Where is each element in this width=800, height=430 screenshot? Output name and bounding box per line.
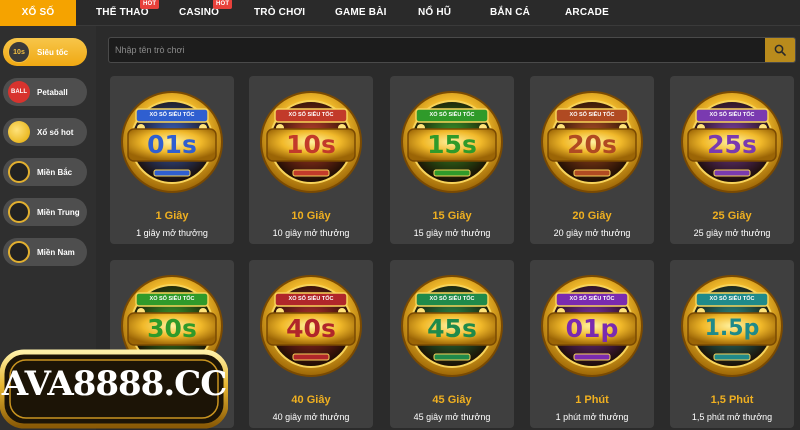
nav-tab-label: TRÒ CHƠI	[254, 7, 306, 18]
game-title: 1,5 Phút	[710, 394, 754, 406]
sidebar-item-label: Miền Trung	[37, 207, 80, 217]
top-nav: XỔ SỐ THỂ THAO HOT CASINO HOT TRÒ CHƠI GAM…	[0, 0, 800, 26]
hot-badge: HOT	[140, 0, 160, 9]
nav-tab-label: ARCADE	[565, 7, 609, 18]
badge-label: XỔ SỐ SIÊU TỐC	[709, 296, 755, 302]
sidebar-item-label: Miền Nam	[37, 247, 75, 257]
game-card-01s[interactable]: XỔ SỐ SIÊU TỐC 01s 1 Giây 1 giây mở thưởng	[110, 76, 234, 244]
game-card-25s[interactable]: XỔ SỐ SIÊU TỐC 25s 25 Giây 25 giây mở thưởn…	[670, 76, 794, 244]
sidebar-item-petaball[interactable]: BALL Petaball	[3, 78, 87, 106]
sidebar-item-mien-bac[interactable]: Miền Bắc	[3, 158, 87, 186]
game-code: 25s	[707, 130, 757, 159]
south-region-icon	[8, 241, 30, 263]
nav-tab-label: GAME BÀI	[335, 7, 387, 18]
game-subtitle: 10 giây mở thưởng	[272, 228, 350, 238]
sidebar-item-label: Siêu tốc	[37, 47, 69, 57]
nav-tab-arcade[interactable]: ARCADE	[565, 0, 609, 26]
game-code: 20s	[567, 130, 617, 159]
game-code: 10s	[286, 130, 336, 159]
game-card-45s[interactable]: XỔ SỐ SIÊU TỐC 45s 45 Giây 45 giây mở thưởn…	[390, 260, 514, 428]
search-icon	[774, 44, 786, 56]
nav-tab-xo-so[interactable]: XỔ SỐ	[0, 0, 76, 26]
game-subtitle: 20 giây mở thưởng	[553, 228, 631, 238]
hot-badge: HOT	[213, 0, 233, 9]
game-card-40s[interactable]: XỔ SỐ SIÊU TỐC 40s 40 Giây 40 giây mở thưởn…	[249, 260, 373, 428]
game-code: 01p	[565, 314, 619, 343]
game-title: 1 Phút	[575, 394, 609, 406]
game-code: 01s	[147, 130, 197, 159]
speed-lottery-icon: 10s	[8, 41, 30, 63]
badge-label: XỔ SỐ SIÊU TỐC	[288, 112, 334, 118]
game-code: 15s	[427, 130, 477, 159]
game-card-10s[interactable]: XỔ SỐ SIÊU TỐC 10s 10 Giây 10 giây mở thưởn…	[249, 76, 373, 244]
sidebar-item-label: Xổ số hot	[37, 127, 74, 137]
game-code: 1.5p	[704, 316, 760, 341]
nav-tab-tro-choi[interactable]: TRÒ CHƠI	[254, 0, 305, 26]
site-logo: AVA8888.CC	[0, 348, 228, 430]
nav-tab-ban-ca[interactable]: BẮN CÁ	[490, 0, 530, 26]
search-bar	[108, 37, 796, 63]
central-region-icon	[8, 201, 30, 223]
nav-tab-no-hu[interactable]: NỔ HŨ	[418, 0, 451, 26]
nav-tab-the-thao[interactable]: THỂ THAO HOT	[96, 0, 160, 26]
game-code: 40s	[286, 314, 336, 343]
game-subtitle: 45 giây mở thưởng	[413, 412, 491, 422]
nav-tab-game-bai[interactable]: GAME BÀI	[335, 0, 387, 26]
nav-tab-label: NỔ HŨ	[418, 7, 452, 18]
game-title: 1 Giây	[155, 210, 189, 222]
game-code: 45s	[427, 314, 477, 343]
badge-label: XỔ SỐ SIÊU TỐC	[429, 296, 475, 302]
sidebar-item-xo-so-hot[interactable]: Xổ số hot	[3, 118, 87, 146]
search-button[interactable]	[765, 38, 795, 62]
game-card-01p[interactable]: XỔ SỐ SIÊU TỐC 01p 1 Phút 1 phút mở thưởng	[530, 260, 654, 428]
badge-label: XỔ SỐ SIÊU TỐC	[569, 112, 615, 118]
game-subtitle: 1 giây mở thưởng	[136, 228, 208, 238]
nav-tab-casino[interactable]: CASINO HOT	[179, 0, 233, 26]
game-title: 40 Giây	[291, 394, 331, 406]
game-subtitle: 15 giây mở thưởng	[413, 228, 491, 238]
game-subtitle: 40 giây mở thưởng	[272, 412, 350, 422]
sidebar-item-mien-nam[interactable]: Miền Nam	[3, 238, 87, 266]
badge-label: XỔ SỐ SIÊU TỐC	[149, 112, 195, 118]
game-title: 15 Giây	[432, 210, 472, 222]
game-card-20s[interactable]: XỔ SỐ SIÊU TỐC 20s 20 Giây 20 giây mở thưởn…	[530, 76, 654, 244]
petaball-icon: BALL	[8, 81, 30, 103]
badge-label: XỔ SỐ SIÊU TỐC	[569, 296, 615, 302]
north-region-icon	[8, 161, 30, 183]
nav-tab-label: XỔ SỐ	[21, 7, 55, 18]
game-title: 10 Giây	[291, 210, 331, 222]
game-card-1-5p[interactable]: XỔ SỐ SIÊU TỐC 1.5p 1,5 Phút 1,5 phút mở th…	[670, 260, 794, 428]
sidebar-item-mien-trung[interactable]: Miền Trung	[3, 198, 87, 226]
game-card-15s[interactable]: XỔ SỐ SIÊU TỐC 15s 15 Giây 15 giây mở thưởn…	[390, 76, 514, 244]
badge-label: XỔ SỐ SIÊU TỐC	[709, 112, 755, 118]
badge-label: XỔ SỐ SIÊU TỐC	[429, 112, 475, 118]
game-subtitle: 25 giây mở thưởng	[693, 228, 771, 238]
game-subtitle: 1,5 phút mở thưởng	[691, 412, 773, 422]
logo-text: AVA8888.CC	[1, 364, 228, 404]
badge-label: XỔ SỐ SIÊU TỐC	[149, 296, 195, 302]
badge-label: XỔ SỐ SIÊU TỐC	[288, 296, 334, 302]
game-title: 20 Giây	[572, 210, 612, 222]
game-subtitle: 1 phút mở thưởng	[555, 412, 629, 422]
nav-tab-label: BẮN CÁ	[490, 7, 531, 18]
hot-lottery-icon	[8, 121, 30, 143]
sidebar-item-label: Miền Bắc	[37, 167, 73, 177]
game-title: 45 Giây	[432, 394, 472, 406]
search-input[interactable]	[115, 38, 755, 62]
game-code: 30s	[147, 314, 197, 343]
sidebar-item-label: Petaball	[37, 87, 68, 97]
game-title: 25 Giây	[712, 210, 752, 222]
sidebar-item-sieu-toc[interactable]: 10s Siêu tốc	[3, 38, 87, 66]
